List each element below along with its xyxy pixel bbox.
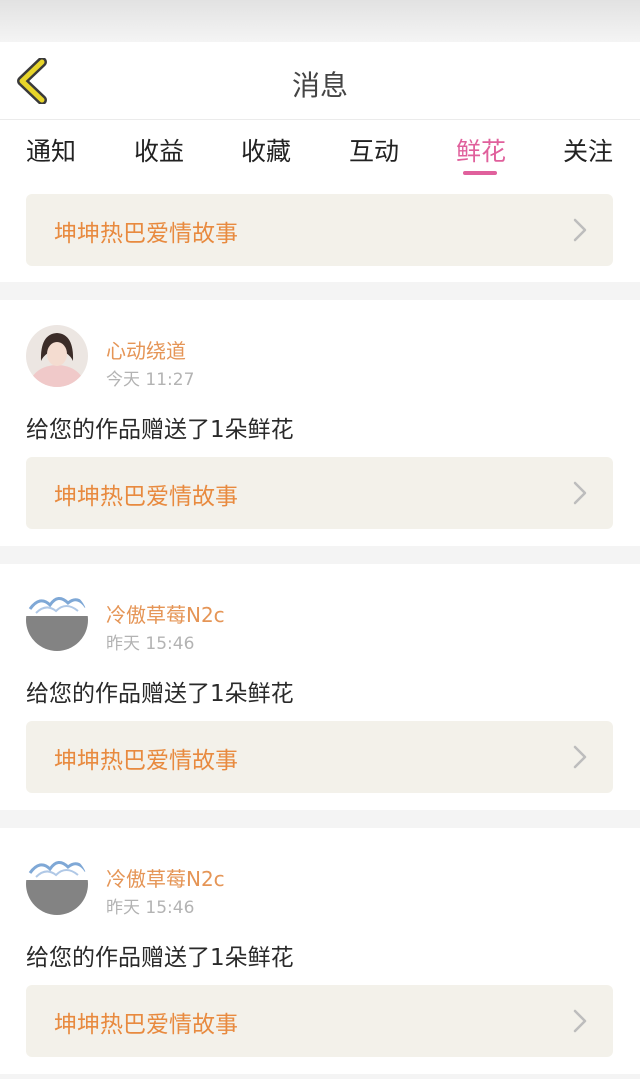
work-link[interactable]: 坤坤热巴爱情故事	[26, 721, 613, 793]
username[interactable]: 心动绕道	[106, 335, 186, 364]
page-title: 消息	[291, 69, 348, 102]
work-title: 坤坤热巴爱情故事	[54, 221, 238, 247]
tab-bar: 通知 收益 收藏 互动 鲜花 关注	[0, 120, 640, 176]
work-link[interactable]: 坤坤热巴爱情故事	[26, 457, 613, 529]
message-text: 给您的作品赠送了1朵鲜花	[26, 417, 294, 443]
username[interactable]: 冷傲草莓N2c	[106, 599, 225, 628]
message-card: 坤坤热巴爱情故事	[0, 176, 640, 282]
tab-follows[interactable]: 关注	[563, 132, 613, 168]
active-tab-indicator	[463, 171, 497, 175]
tab-favorites[interactable]: 收藏	[241, 132, 291, 168]
tab-flowers[interactable]: 鲜花	[456, 132, 506, 168]
message-card: 心动绕道 今天 11:27 给您的作品赠送了1朵鲜花 坤坤热巴爱情故事	[0, 300, 640, 546]
tab-earnings[interactable]: 收益	[134, 132, 184, 168]
work-title: 坤坤热巴爱情故事	[54, 484, 238, 510]
timestamp: 昨天 15:46	[106, 898, 195, 918]
message-card: 冷傲草莓N2c 昨天 15:46 给您的作品赠送了1朵鲜花 坤坤热巴爱情故事	[0, 828, 640, 1074]
chevron-right-icon	[573, 481, 587, 505]
message-text: 给您的作品赠送了1朵鲜花	[26, 681, 294, 707]
avatar[interactable]	[26, 853, 88, 915]
message-card: 冷傲草莓N2c 昨天 15:46 给您的作品赠送了1朵鲜花 坤坤热巴爱情故事	[0, 564, 640, 810]
tab-notice[interactable]: 通知	[26, 132, 76, 168]
avatar[interactable]	[26, 589, 88, 651]
top-bar: 消息	[0, 42, 640, 120]
timestamp: 昨天 15:46	[106, 634, 195, 654]
work-title: 坤坤热巴爱情故事	[54, 1012, 238, 1038]
work-link[interactable]: 坤坤热巴爱情故事	[26, 985, 613, 1057]
tab-interactions[interactable]: 互动	[349, 132, 399, 168]
work-link[interactable]: 坤坤热巴爱情故事	[26, 194, 613, 266]
status-bar	[0, 0, 640, 42]
chevron-right-icon	[573, 218, 587, 242]
username[interactable]: 冷傲草莓N2c	[106, 863, 225, 892]
chevron-right-icon	[573, 745, 587, 769]
timestamp: 今天 11:27	[106, 370, 195, 390]
message-text: 给您的作品赠送了1朵鲜花	[26, 945, 294, 971]
chevron-right-icon	[573, 1009, 587, 1033]
work-title: 坤坤热巴爱情故事	[54, 748, 238, 774]
avatar[interactable]	[26, 325, 88, 387]
